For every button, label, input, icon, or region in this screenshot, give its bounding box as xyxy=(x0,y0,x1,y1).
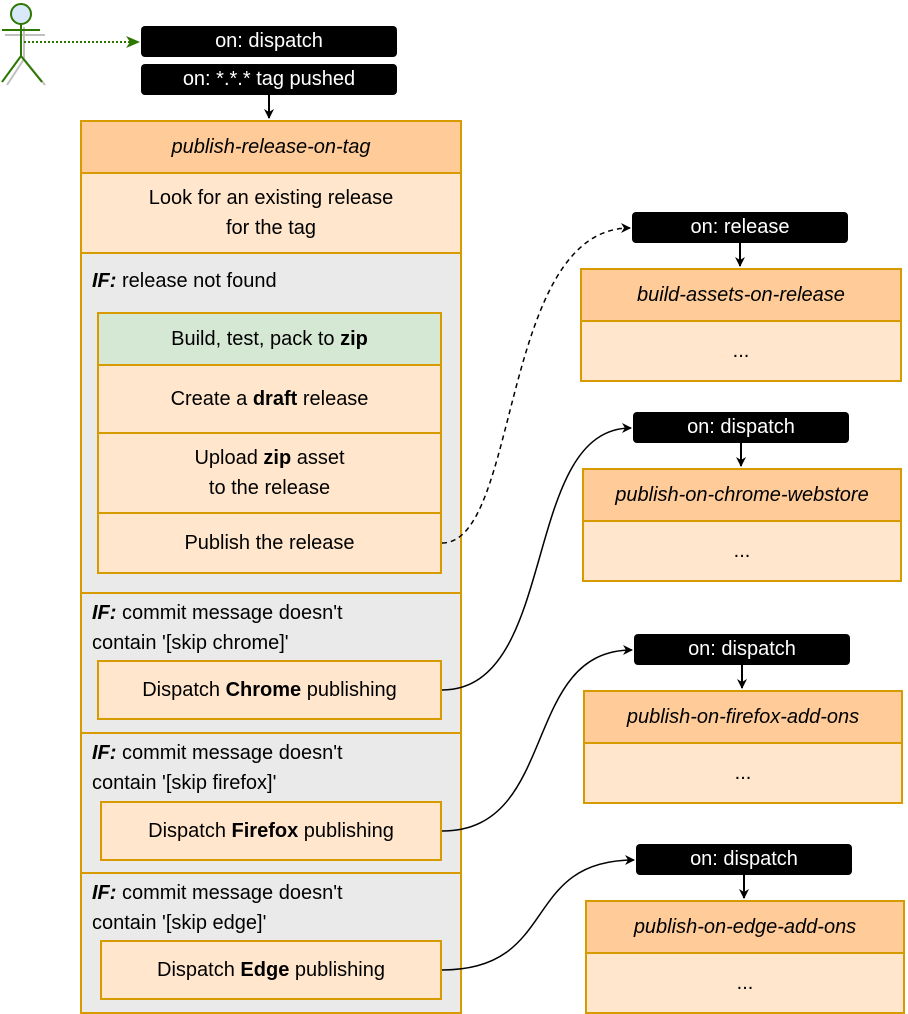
workflow-firefox-body: ... xyxy=(583,742,903,804)
step-dispatch-firefox: Dispatch Firefox publishing xyxy=(100,801,442,861)
workflow-build-assets-title: build-assets-on-release xyxy=(580,268,902,322)
trigger-on-dispatch: on: dispatch xyxy=(141,26,397,57)
step-publish-release: Publish the release xyxy=(97,512,442,574)
workflow-firefox-title: publish-on-firefox-add-ons xyxy=(583,690,903,744)
workflow-build-assets-body: ... xyxy=(580,320,902,382)
trigger-on-release: on: release xyxy=(632,212,848,243)
step-create-draft-release: Create a draft release xyxy=(97,364,442,434)
workflow-chrome-title: publish-on-chrome-webstore xyxy=(582,468,902,522)
trigger-on-dispatch-chrome: on: dispatch xyxy=(633,412,849,443)
condition-text: release not found xyxy=(122,270,277,292)
workflow-edge-body: ... xyxy=(585,952,905,1014)
trigger-on-tag-pushed: on: *.*.* tag pushed xyxy=(141,64,397,95)
step-text-line2: for the tag xyxy=(225,217,317,239)
actor-icon xyxy=(1,3,46,86)
main-workflow-title: publish-release-on-tag xyxy=(80,120,462,174)
step-dispatch-chrome: Dispatch Chrome publishing xyxy=(97,660,442,720)
trigger-on-dispatch-edge: on: dispatch xyxy=(636,844,852,875)
step-dispatch-edge: Dispatch Edge publishing xyxy=(100,940,442,1000)
step-upload-zip-asset: Upload zip asset to the release xyxy=(97,432,442,514)
step-look-for-release: Look for an existing release for the tag xyxy=(80,172,462,254)
workflow-edge-title: publish-on-edge-add-ons xyxy=(585,900,905,954)
step-build-test-pack: Build, test, pack to zip xyxy=(97,312,442,366)
workflow-chrome-body: ... xyxy=(582,520,902,582)
trigger-on-dispatch-firefox: on: dispatch xyxy=(634,634,850,665)
step-text-line1: Look for an existing release xyxy=(148,187,394,209)
if-label: IF: xyxy=(92,270,117,292)
